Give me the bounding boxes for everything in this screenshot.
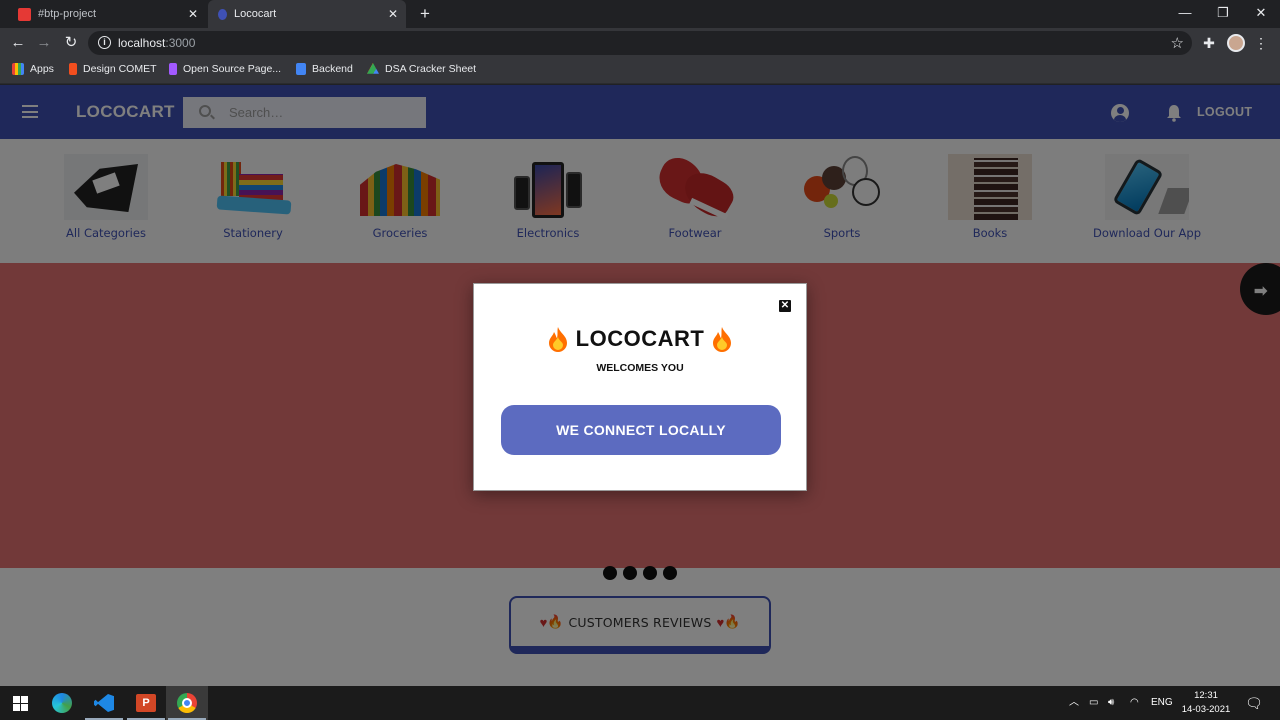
- browser-toolbar: ← → ↻ i localhost:3000 ☆ ✚ ⋮: [0, 28, 1280, 58]
- bookmark-label: DSA Cracker Sheet: [385, 63, 477, 75]
- start-button[interactable]: [0, 686, 42, 720]
- chrome-menu-icon[interactable]: ⋮: [1251, 33, 1271, 53]
- fire-icon: [713, 327, 732, 352]
- back-icon[interactable]: ←: [8, 33, 28, 53]
- wifi-icon[interactable]: ◠: [1130, 686, 1139, 720]
- notifications-icon[interactable]: 🗨︎: [1245, 686, 1263, 720]
- powerpoint-icon: P: [136, 694, 156, 712]
- bookmark-label: Apps: [30, 63, 54, 75]
- taskbar-powerpoint[interactable]: P: [125, 686, 167, 720]
- vscode-icon: [94, 694, 114, 712]
- maximize-icon[interactable]: ❐: [1208, 3, 1238, 23]
- edge-icon: [52, 693, 72, 713]
- drive-icon: [367, 63, 379, 74]
- page-viewport: LOCOCART LOGOUT All Categories Stati: [0, 85, 1280, 686]
- address-bar[interactable]: i localhost:3000 ☆: [88, 31, 1192, 55]
- tab-title: #btp-project: [38, 8, 97, 20]
- dialog-title-row: LOCOCART: [474, 326, 806, 352]
- site-info-icon[interactable]: i: [98, 36, 111, 49]
- connect-locally-button[interactable]: WE CONNECT LOCALLY: [501, 405, 781, 455]
- figma-icon: [169, 63, 177, 75]
- clock-time: 12:31: [1194, 690, 1218, 701]
- tray-expand-icon[interactable]: ︿: [1069, 686, 1079, 720]
- close-tab-icon[interactable]: ✕: [388, 7, 398, 21]
- taskbar-chrome[interactable]: [166, 686, 208, 720]
- system-clock[interactable]: 12:31 14-03-2021: [1176, 689, 1236, 717]
- welcome-dialog: ✕ LOCOCART WELCOMES YOU WE CONNECT LOCAL…: [473, 283, 807, 491]
- slack-favicon-icon: [18, 7, 31, 21]
- lococart-favicon-icon: [218, 8, 227, 20]
- extensions-puzzle-icon[interactable]: ✚: [1199, 33, 1219, 53]
- forward-icon[interactable]: →: [34, 33, 54, 53]
- dialog-close-button[interactable]: ✕: [779, 300, 791, 312]
- profile-avatar[interactable]: [1227, 34, 1245, 52]
- dialog-subtitle: WELCOMES YOU: [596, 362, 684, 374]
- dialog-title: LOCOCART: [575, 326, 705, 351]
- close-window-icon[interactable]: ✕: [1246, 3, 1276, 23]
- new-tab-icon[interactable]: +: [416, 4, 434, 24]
- language-indicator[interactable]: ENG: [1151, 686, 1173, 720]
- bookmarks-bar: Apps Design COMET Open Source Page... Ba…: [0, 58, 1280, 84]
- windows-logo-icon: [13, 696, 28, 711]
- figma-icon: [69, 63, 77, 75]
- bookmark-label: Design COMET: [83, 63, 157, 75]
- bookmark-open-source[interactable]: Open Source Page...: [169, 63, 281, 75]
- bookmark-label: Open Source Page...: [183, 63, 282, 75]
- bookmark-label: Backend: [312, 63, 353, 75]
- fire-icon: [548, 327, 567, 352]
- bookmark-dsa[interactable]: DSA Cracker Sheet: [367, 63, 476, 75]
- browser-tab-strip: #btp-project ✕ Lococart ✕ + — ❐ ✕: [0, 0, 1280, 28]
- address-url: localhost:3000: [118, 36, 196, 50]
- browser-tab[interactable]: #btp-project ✕: [8, 0, 206, 28]
- chrome-icon: [177, 693, 197, 713]
- clock-date: 14-03-2021: [1181, 704, 1231, 715]
- windows-taskbar: P ︿ ▭ 🔊︎ ◠ ENG 12:31 14-03-2021 🗨︎: [0, 686, 1280, 720]
- apps-grid-icon: [12, 63, 24, 75]
- reload-icon[interactable]: ↻: [61, 33, 81, 53]
- browser-tab-active[interactable]: Lococart ✕: [208, 0, 406, 28]
- docs-icon: [296, 63, 306, 75]
- bookmark-star-icon[interactable]: ☆: [1171, 34, 1184, 52]
- bookmark-backend[interactable]: Backend: [296, 63, 353, 75]
- bookmark-apps[interactable]: Apps: [12, 63, 54, 75]
- taskbar-vscode[interactable]: [83, 686, 125, 720]
- battery-icon[interactable]: ▭: [1089, 686, 1098, 720]
- volume-icon[interactable]: 🔊︎: [1108, 686, 1114, 720]
- minimize-icon[interactable]: —: [1170, 3, 1200, 23]
- taskbar-edge[interactable]: [41, 686, 83, 720]
- tab-title: Lococart: [234, 8, 277, 20]
- bookmark-design-comet[interactable]: Design COMET: [69, 63, 157, 75]
- close-tab-icon[interactable]: ✕: [188, 7, 198, 21]
